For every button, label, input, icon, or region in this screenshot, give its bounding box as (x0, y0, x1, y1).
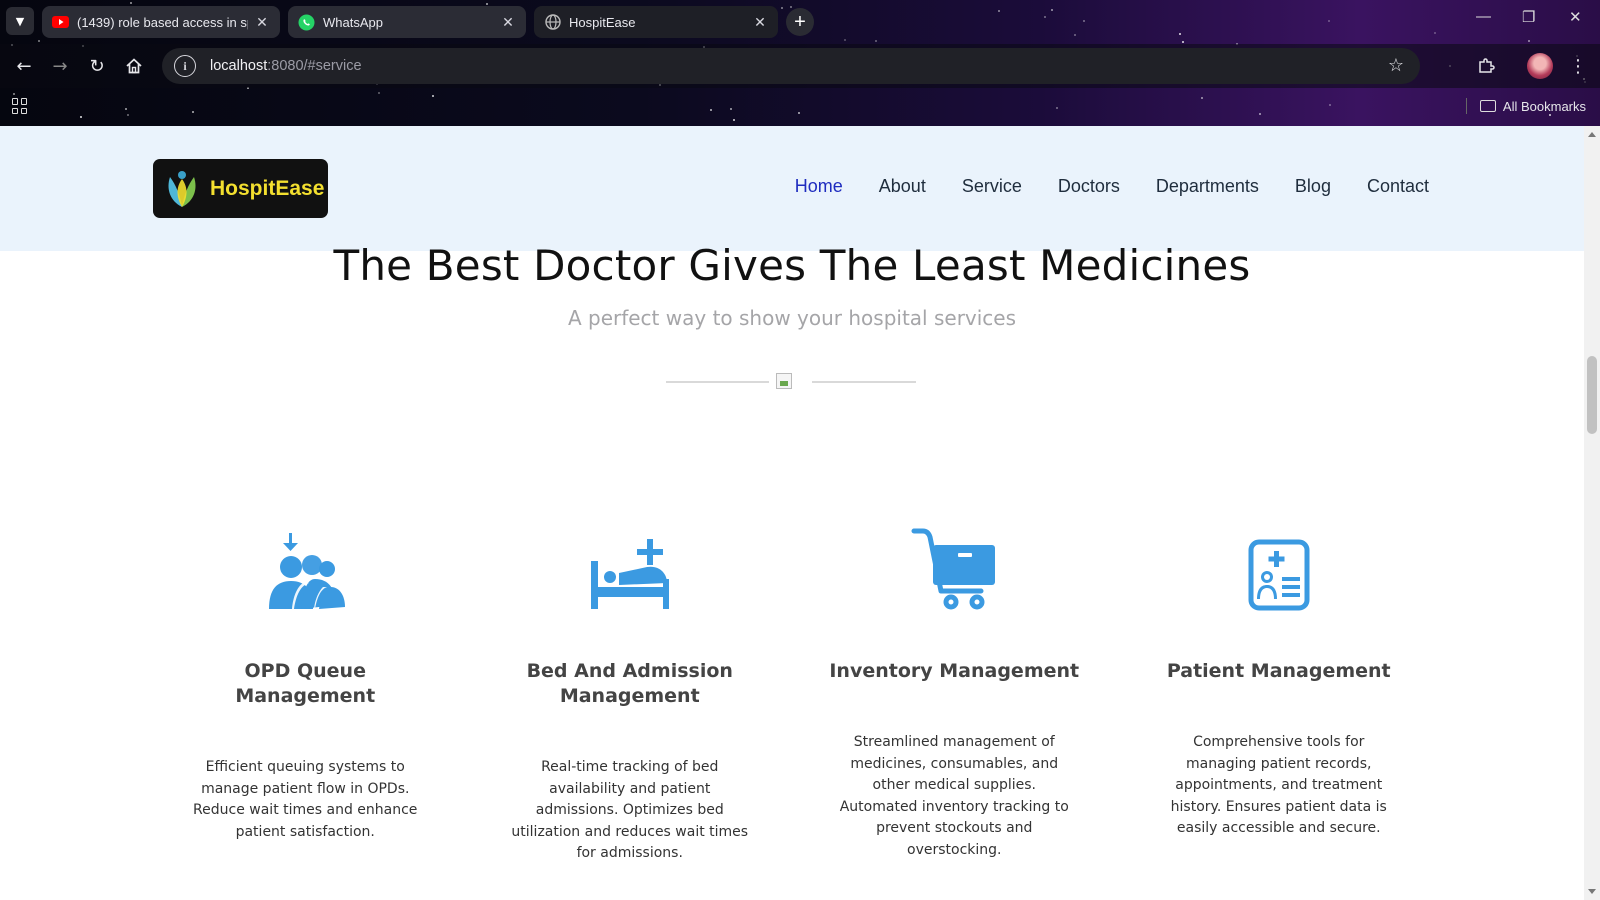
service-card-patient: Patient Management Comprehensive tools f… (1117, 521, 1442, 865)
opd-queue-icon (265, 521, 346, 611)
new-tab-button[interactable]: + (786, 8, 814, 36)
section-divider (666, 372, 918, 392)
chevron-down-icon: ▼ (15, 14, 25, 28)
nav-home[interactable]: Home (795, 176, 843, 197)
nav-blog[interactable]: Blog (1295, 176, 1331, 197)
broken-image-icon (776, 373, 792, 389)
extensions-icon[interactable] (1474, 54, 1498, 78)
all-bookmarks-label: All Bookmarks (1502, 98, 1586, 114)
nav-contact[interactable]: Contact (1367, 176, 1429, 197)
whatsapp-icon (298, 14, 315, 31)
service-description: Real-time tracking of bed availability a… (511, 759, 749, 861)
all-bookmarks-button[interactable]: All Bookmarks (1465, 98, 1586, 114)
forward-arrow-icon[interactable]: → (48, 54, 72, 78)
page-scrollbar[interactable] (1584, 126, 1600, 900)
service-card-opd: OPD Queue Management Efficient queuing s… (143, 521, 468, 865)
service-title: OPD Queue Management (235, 660, 376, 707)
nav-about[interactable]: About (879, 176, 926, 197)
nav-service[interactable]: Service (962, 176, 1022, 197)
service-card-bed: Bed And Admission Management Real-time t… (468, 521, 793, 865)
bookmark-star-icon[interactable]: ☆ (1388, 55, 1404, 76)
bookmarks-bar: All Bookmarks (0, 90, 1600, 124)
profile-avatar[interactable] (1527, 53, 1553, 79)
site-info-icon[interactable]: i (174, 55, 196, 77)
site-header: HospitEase Home About Service Doctors De… (0, 126, 1584, 251)
service-description: Comprehensive tools for managing patient… (1170, 734, 1387, 836)
tab-search-button[interactable]: ▼ (6, 7, 34, 35)
shopping-cart-icon (911, 521, 997, 611)
logo-text: HospitEase (210, 176, 325, 200)
folder-icon (1479, 100, 1496, 112)
close-icon[interactable]: ✕ (254, 14, 270, 31)
tab-hospitease[interactable]: HospitEase ✕ (534, 6, 778, 38)
service-card-inventory: Inventory Management Streamlined managem… (792, 521, 1117, 865)
service-title: Inventory Management (829, 660, 1080, 682)
tab-title: HospitEase (569, 14, 636, 30)
tab-title: (1439) role based access in spri (77, 14, 248, 30)
reload-icon[interactable]: ↻ (85, 54, 109, 78)
youtube-icon (52, 14, 69, 31)
main-nav: Home About Service Doctors Departments B… (795, 176, 1429, 197)
close-icon[interactable]: ✕ (500, 14, 516, 31)
nav-departments[interactable]: Departments (1156, 176, 1259, 197)
plus-icon: + (794, 10, 806, 33)
address-bar[interactable]: i localhost:8080/#service ☆ (162, 48, 1420, 84)
services-grid: OPD Queue Management Efficient queuing s… (143, 521, 1441, 865)
minimize-icon[interactable]: — (1476, 8, 1491, 25)
globe-icon (544, 14, 561, 31)
tab-whatsapp[interactable]: WhatsApp ✕ (288, 6, 526, 38)
service-title: Bed And Admission Management (526, 660, 733, 707)
tab-title: WhatsApp (323, 14, 383, 30)
back-arrow-icon[interactable]: ← (12, 54, 36, 78)
section-title: The Best Doctor Gives The Least Medicine… (333, 241, 1251, 290)
leaf-logo-icon (168, 170, 196, 207)
service-title: Patient Management (1166, 660, 1391, 682)
section-subtitle: A perfect way to show your hospital serv… (567, 306, 1017, 330)
scroll-down-arrow-icon[interactable] (1588, 889, 1596, 894)
scroll-thumb[interactable] (1587, 356, 1597, 434)
patient-record-icon (1248, 521, 1310, 611)
home-icon[interactable] (122, 54, 146, 78)
service-description: Streamlined management of medicines, con… (839, 734, 1069, 858)
restore-icon[interactable]: ❐ (1522, 8, 1535, 26)
apps-grid-icon[interactable] (12, 98, 28, 114)
service-description: Efficient queuing systems to manage pati… (193, 759, 418, 840)
browser-toolbar: ← → ↻ i localhost:8080/#service ☆ ⋮ (0, 44, 1600, 88)
tab-strip: ▼ (1439) role based access in spri ✕ Wha… (0, 0, 1600, 42)
hospital-bed-icon (589, 521, 671, 611)
close-icon[interactable]: ✕ (752, 14, 768, 31)
site-logo[interactable]: HospitEase (153, 159, 328, 218)
more-menu-icon[interactable]: ⋮ (1566, 54, 1590, 78)
browser-chrome: ▼ (1439) role based access in spri ✕ Wha… (0, 0, 1600, 126)
scroll-up-arrow-icon[interactable] (1588, 132, 1596, 137)
page-viewport: HospitEase Home About Service Doctors De… (0, 126, 1584, 900)
nav-doctors[interactable]: Doctors (1058, 176, 1120, 197)
window-close-icon[interactable]: ✕ (1569, 8, 1582, 26)
tab-youtube[interactable]: (1439) role based access in spri ✕ (42, 6, 280, 38)
url-text: localhost:8080/#service (210, 58, 362, 74)
